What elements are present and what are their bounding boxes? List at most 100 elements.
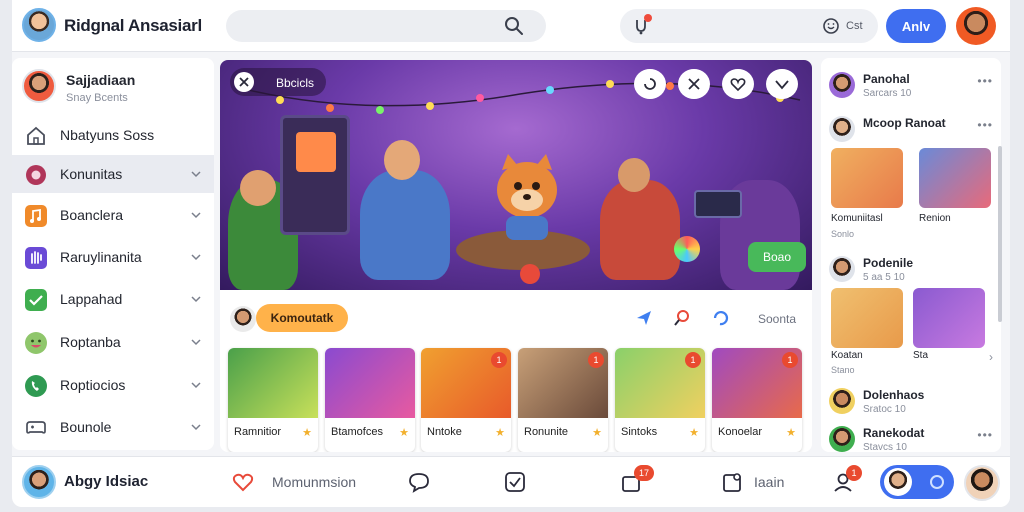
star-icon[interactable]: ★ [689, 426, 699, 439]
card-label: Nntoke [427, 426, 462, 438]
close-icon[interactable] [678, 69, 710, 99]
user-sub: 5 aa 5 10 [863, 272, 905, 283]
star-icon[interactable]: ★ [495, 426, 505, 439]
thumbnail-sub: Sonlo [831, 229, 855, 239]
thumbnail[interactable] [919, 148, 991, 208]
thumbnail[interactable] [831, 148, 903, 208]
list-item[interactable]: Dolenhaos Sratoc 10 [829, 384, 999, 420]
search-icon[interactable] [504, 16, 524, 36]
refresh-icon[interactable] [634, 69, 666, 99]
story-card[interactable]: 1 Sintoks ★ [615, 348, 705, 452]
chevron-down-icon[interactable] [190, 421, 202, 433]
search-input[interactable] [226, 10, 546, 42]
thumbnail[interactable] [913, 288, 985, 348]
sidebar-item-label: Lappahad [60, 291, 123, 307]
arcade-screen [296, 132, 336, 172]
photo-icon[interactable] [722, 471, 744, 493]
sidebar: Sajjadiaan Snay Bcents Nbatyuns Soss Kon… [12, 58, 214, 450]
chevron-down-icon[interactable] [190, 293, 202, 305]
close-icon[interactable] [234, 72, 254, 92]
list-item[interactable]: Ranekodat Stavcs 10 ••• [829, 422, 999, 458]
clock-icon[interactable] [822, 17, 840, 35]
star-icon[interactable]: ★ [399, 426, 409, 439]
list-item[interactable]: Podenile 5 aa 5 10 [829, 252, 999, 288]
chat-icon[interactable] [408, 471, 430, 493]
more-icon[interactable]: ••• [977, 118, 993, 132]
star-icon[interactable]: ★ [786, 426, 796, 439]
apply-button[interactable]: Anlv [886, 9, 946, 43]
refresh-icon[interactable] [710, 308, 730, 328]
star-icon[interactable]: ★ [302, 426, 312, 439]
card-badge: 1 [685, 352, 701, 368]
avatar[interactable] [829, 72, 855, 98]
story-card[interactable]: 1 Konoelar ★ [712, 348, 802, 452]
smile-icon [25, 332, 47, 354]
notification-badge: 1 [846, 465, 862, 481]
scene-person-head [384, 140, 420, 180]
card-label: Ronunite [524, 426, 569, 438]
profile-toggle[interactable] [880, 465, 954, 499]
sidebar-item-community[interactable]: Konunitas [12, 155, 214, 193]
sidebar-item-music[interactable]: Boanclera [12, 196, 214, 234]
hero-image[interactable]: Bbcicls Boao [220, 60, 812, 290]
card-label: Konoelar [718, 426, 763, 438]
app-logo-avatar[interactable] [22, 8, 56, 42]
avatar[interactable] [829, 116, 855, 142]
user-name: Mcoop Ranoat [863, 116, 946, 130]
list-item[interactable]: Mcoop Ranoat ••• [829, 112, 999, 148]
user-sub: Sratoc 10 [863, 404, 906, 415]
avatar[interactable] [829, 388, 855, 414]
home-icon [27, 126, 45, 145]
chevron-down-icon[interactable] [190, 336, 202, 348]
avatar[interactable] [829, 256, 855, 282]
ball [674, 236, 700, 262]
heart-token [520, 264, 540, 284]
chevron-right-icon[interactable]: › [989, 350, 993, 364]
chevron-down-icon[interactable] [190, 251, 202, 263]
scrollbar[interactable] [998, 146, 1002, 322]
user-avatar[interactable] [964, 465, 1000, 501]
story-card[interactable]: Btamofces ★ [325, 348, 415, 452]
heart-icon[interactable] [722, 69, 754, 99]
avatar[interactable] [22, 69, 56, 103]
hero-chip[interactable]: Bbcicls [230, 68, 326, 96]
more-icon[interactable]: ••• [977, 428, 993, 442]
card-label: Btamofces [331, 426, 383, 438]
star-icon[interactable]: ★ [592, 426, 602, 439]
send-icon[interactable] [634, 308, 654, 328]
chevron-down-icon[interactable] [190, 379, 202, 391]
share-icon[interactable] [766, 69, 798, 99]
sidebar-profile[interactable]: Sajjadiaan Snay Bcents [12, 58, 214, 116]
chevron-down-icon[interactable] [190, 168, 202, 180]
heart-icon[interactable] [232, 471, 254, 493]
list-item[interactable]: Panohal Sarcars 10 ••• [829, 68, 999, 104]
phone-icon [25, 375, 47, 397]
avatar[interactable] [230, 306, 256, 332]
sidebar-item-games[interactable]: Bounole [12, 408, 214, 446]
story-card[interactable]: 1 Ronunite ★ [518, 348, 608, 452]
notification-bar[interactable]: Cst [620, 9, 878, 43]
sidebar-item-check[interactable]: Lappahad [12, 280, 214, 318]
status-badge[interactable]: Boao [748, 242, 806, 272]
sidebar-item-home[interactable]: Nbatyuns Soss [12, 116, 214, 154]
community-tag[interactable]: Komoutatk [256, 304, 348, 332]
sidebar-item-hand[interactable]: Raruylinanita [12, 238, 214, 276]
avatar[interactable] [829, 426, 855, 452]
story-card[interactable]: 1 Nntoke ★ [421, 348, 511, 452]
card-badge: 1 [491, 352, 507, 368]
sidebar-item-phone[interactable]: Roptiocios [12, 366, 214, 404]
thumbnail-label: Koatan [831, 350, 863, 361]
thumbnail[interactable] [831, 288, 903, 348]
story-card[interactable]: Ramnitior ★ [228, 348, 318, 452]
user-avatar[interactable] [956, 7, 996, 45]
chevron-down-icon[interactable] [190, 209, 202, 221]
bottom-item-label[interactable]: Iaain [754, 474, 784, 490]
search-icon[interactable] [672, 308, 692, 328]
checkbox-icon[interactable] [504, 471, 526, 493]
sidebar-item-smile[interactable]: Roptanba [12, 323, 214, 361]
avatar[interactable] [22, 465, 56, 499]
card-badge: 1 [782, 352, 798, 368]
card-badge: 1 [588, 352, 604, 368]
bottom-item-label[interactable]: Momunmsion [272, 474, 356, 490]
more-icon[interactable]: ••• [977, 74, 993, 88]
